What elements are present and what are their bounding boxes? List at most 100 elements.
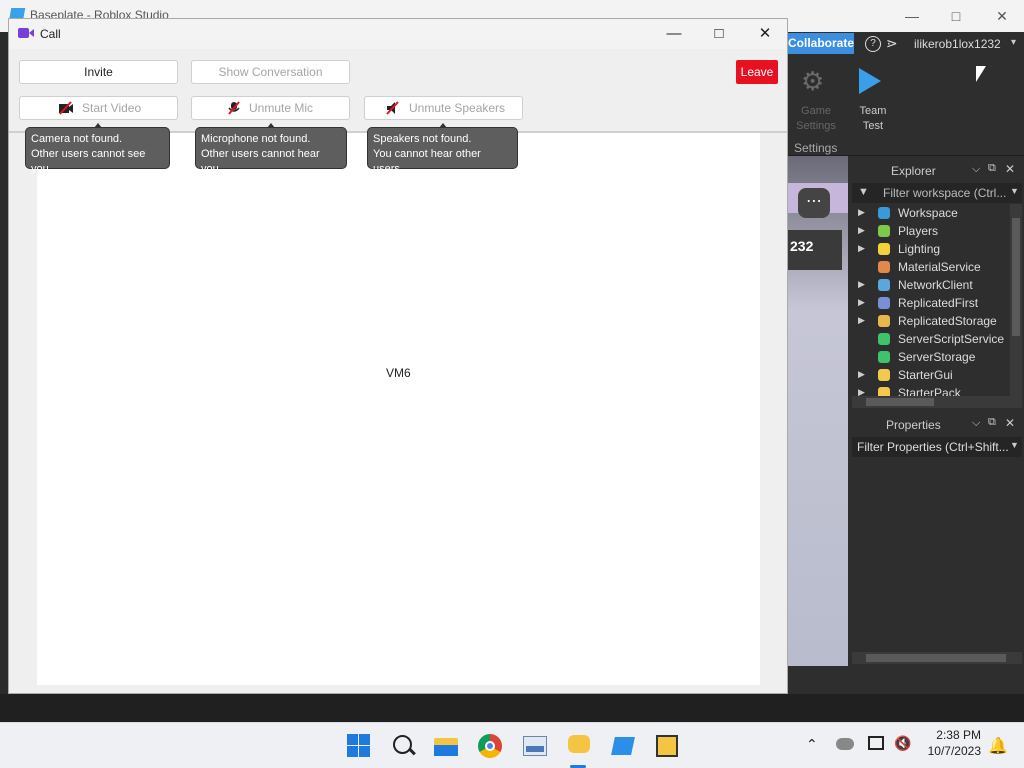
studio-close-button[interactable]: ✕	[992, 6, 1012, 26]
explorer-item-label: MaterialService	[898, 260, 981, 274]
explorer-item-label: Lighting	[898, 242, 941, 256]
camera-off-icon	[59, 101, 73, 115]
unmute-mic-button[interactable]: Unmute Mic	[191, 96, 350, 120]
chat-app-icon[interactable]	[566, 733, 592, 759]
start-video-button[interactable]: Start Video	[19, 96, 178, 120]
start-video-label: Start Video	[82, 101, 142, 115]
close-icon[interactable]: ✕	[1005, 416, 1015, 430]
explorer-item-label: ServerScriptService	[898, 332, 1005, 346]
explorer-item[interactable]: ▶ NetworkClient	[852, 276, 1010, 294]
explorer-tree: ▶ Workspace ▶ Players ▶ Lighting MaterialServi…	[852, 204, 1010, 396]
explorer-item-label: ReplicatedStorage	[898, 314, 997, 328]
explorer-item-label: Players	[898, 224, 939, 238]
share-icon[interactable]: ⋗	[886, 35, 898, 52]
studio-minimize-button[interactable]: —	[902, 6, 922, 26]
mic-tooltip-line-1: Microphone not found.	[201, 133, 311, 145]
show-conversation-button[interactable]: Show Conversation	[191, 60, 350, 84]
explorer-horizontal-scrollbar[interactable]	[852, 396, 1022, 408]
close-icon[interactable]: ✕	[1005, 162, 1015, 176]
explorer-item[interactable]: ▶ Workspace	[852, 204, 1010, 222]
expand-arrow-icon[interactable]: ▶	[858, 279, 865, 290]
volume-muted-icon[interactable]: 🔇	[894, 735, 911, 752]
chat-bubble-icon[interactable]: ⋯	[798, 188, 830, 218]
photos-icon[interactable]	[522, 733, 548, 759]
mic-off-icon	[228, 101, 240, 115]
invite-button[interactable]: Invite	[19, 60, 178, 84]
username-label[interactable]: ilikerob1lox1232	[914, 37, 1001, 51]
camera-tooltip-line-2: Other users cannot see you.	[31, 148, 146, 175]
explorer-item[interactable]: ServerStorage	[852, 348, 1010, 366]
chevron-down-icon[interactable]: ▼	[1010, 440, 1019, 450]
camera-tooltip-line-1: Camera not found.	[31, 133, 123, 145]
expand-arrow-icon[interactable]: ▶	[858, 297, 865, 308]
help-icon[interactable]: ?	[865, 36, 881, 52]
roblox-studio-icon[interactable]	[610, 733, 636, 759]
undock-icon[interactable]: ⧉	[988, 162, 996, 175]
studio-bottom-bar	[788, 666, 1024, 694]
explorer-filter-placeholder: Filter workspace (Ctrl...	[883, 186, 1007, 200]
call-close-button[interactable]: ✕	[752, 23, 778, 45]
unmute-speakers-button[interactable]: Unmute Speakers	[364, 96, 523, 120]
explorer-item-label: Workspace	[898, 206, 958, 220]
lightbulb-icon	[878, 243, 890, 255]
call-window: Call — □ ✕ Invite Show Conversation Leav…	[8, 18, 788, 694]
clock-time[interactable]: 2:38 PM	[931, 728, 981, 742]
collaborate-button[interactable]: Collaborate	[788, 33, 854, 54]
gear-icon: ⚙	[801, 66, 825, 96]
team-test-label: Team Test	[859, 105, 887, 132]
network-icon[interactable]	[868, 736, 884, 750]
windows-start-icon[interactable]	[346, 733, 372, 759]
explorer-item-label: StarterPack	[898, 386, 961, 396]
chrome-icon[interactable]	[477, 733, 503, 759]
chevron-down-icon[interactable]: ⌵	[972, 163, 980, 176]
roblox-player-icon[interactable]	[654, 733, 680, 759]
expand-arrow-icon[interactable]: ▶	[858, 315, 865, 326]
expand-arrow-icon[interactable]: ▶	[858, 243, 865, 254]
filter-icon: ▼	[858, 186, 869, 198]
onedrive-icon[interactable]	[836, 738, 854, 750]
explorer-item[interactable]: MaterialService	[852, 258, 1010, 276]
studio-maximize-button[interactable]: □	[946, 6, 966, 26]
chevron-up-icon[interactable]: ⌃	[806, 736, 818, 753]
explorer-item[interactable]: ▶ StarterPack	[852, 384, 1010, 396]
call-minimize-button[interactable]: —	[661, 23, 687, 45]
explorer-vertical-scrollbar[interactable]	[1010, 204, 1022, 396]
explorer-item[interactable]: ▶ StarterGui	[852, 366, 1010, 384]
explorer-item-label: ServerStorage	[898, 350, 976, 364]
leave-button[interactable]: Leave	[736, 60, 778, 84]
studio-output-area	[0, 694, 1024, 722]
clock-date[interactable]: 10/7/2023	[920, 744, 981, 758]
team-test-icon	[859, 68, 881, 94]
team-test-button[interactable]: Team Test	[852, 64, 894, 136]
expand-arrow-icon[interactable]: ▶	[858, 207, 865, 218]
explorer-item[interactable]: ▶ Lighting	[852, 240, 1010, 258]
folder-icon	[878, 387, 890, 396]
call-maximize-button[interactable]: □	[706, 23, 732, 45]
mouse-cursor-icon	[976, 66, 986, 82]
search-icon[interactable]	[391, 733, 417, 759]
game-settings-button[interactable]: ⚙ Game Settings	[792, 64, 838, 134]
file-explorer-icon[interactable]	[433, 733, 459, 759]
taskbar: ⌃ 🔇 🔔	[0, 722, 1024, 768]
call-window-title: Call	[40, 27, 61, 41]
chevron-down-icon[interactable]: ▼	[1010, 186, 1019, 196]
speaker-off-icon	[386, 101, 399, 115]
expand-arrow-icon[interactable]: ▶	[858, 225, 865, 236]
unmute-speakers-label: Unmute Speakers	[409, 101, 506, 115]
chevron-down-icon[interactable]: ⌵	[972, 417, 980, 430]
explorer-item[interactable]: ServerScriptService	[852, 330, 1010, 348]
chevron-down-icon[interactable]: ▾	[1011, 37, 1016, 48]
undock-icon[interactable]: ⧉	[988, 416, 996, 429]
explorer-item[interactable]: ▶ ReplicatedStorage	[852, 312, 1010, 330]
participant-label: VM6	[386, 366, 411, 380]
speakers-tooltip-line-2: You cannot hear other users.	[373, 148, 481, 175]
expand-arrow-icon[interactable]: ▶	[858, 387, 865, 396]
viewport-player-label: 232	[790, 238, 814, 254]
notification-bell-icon[interactable]: 🔔	[988, 736, 1008, 756]
explorer-item[interactable]: ▶ Players	[852, 222, 1010, 240]
video-camera-icon	[18, 28, 29, 38]
properties-horizontal-scrollbar[interactable]	[852, 652, 1022, 664]
expand-arrow-icon[interactable]: ▶	[858, 369, 865, 380]
explorer-item[interactable]: ▶ ReplicatedFirst	[852, 294, 1010, 312]
replicated-first-icon	[878, 297, 890, 309]
